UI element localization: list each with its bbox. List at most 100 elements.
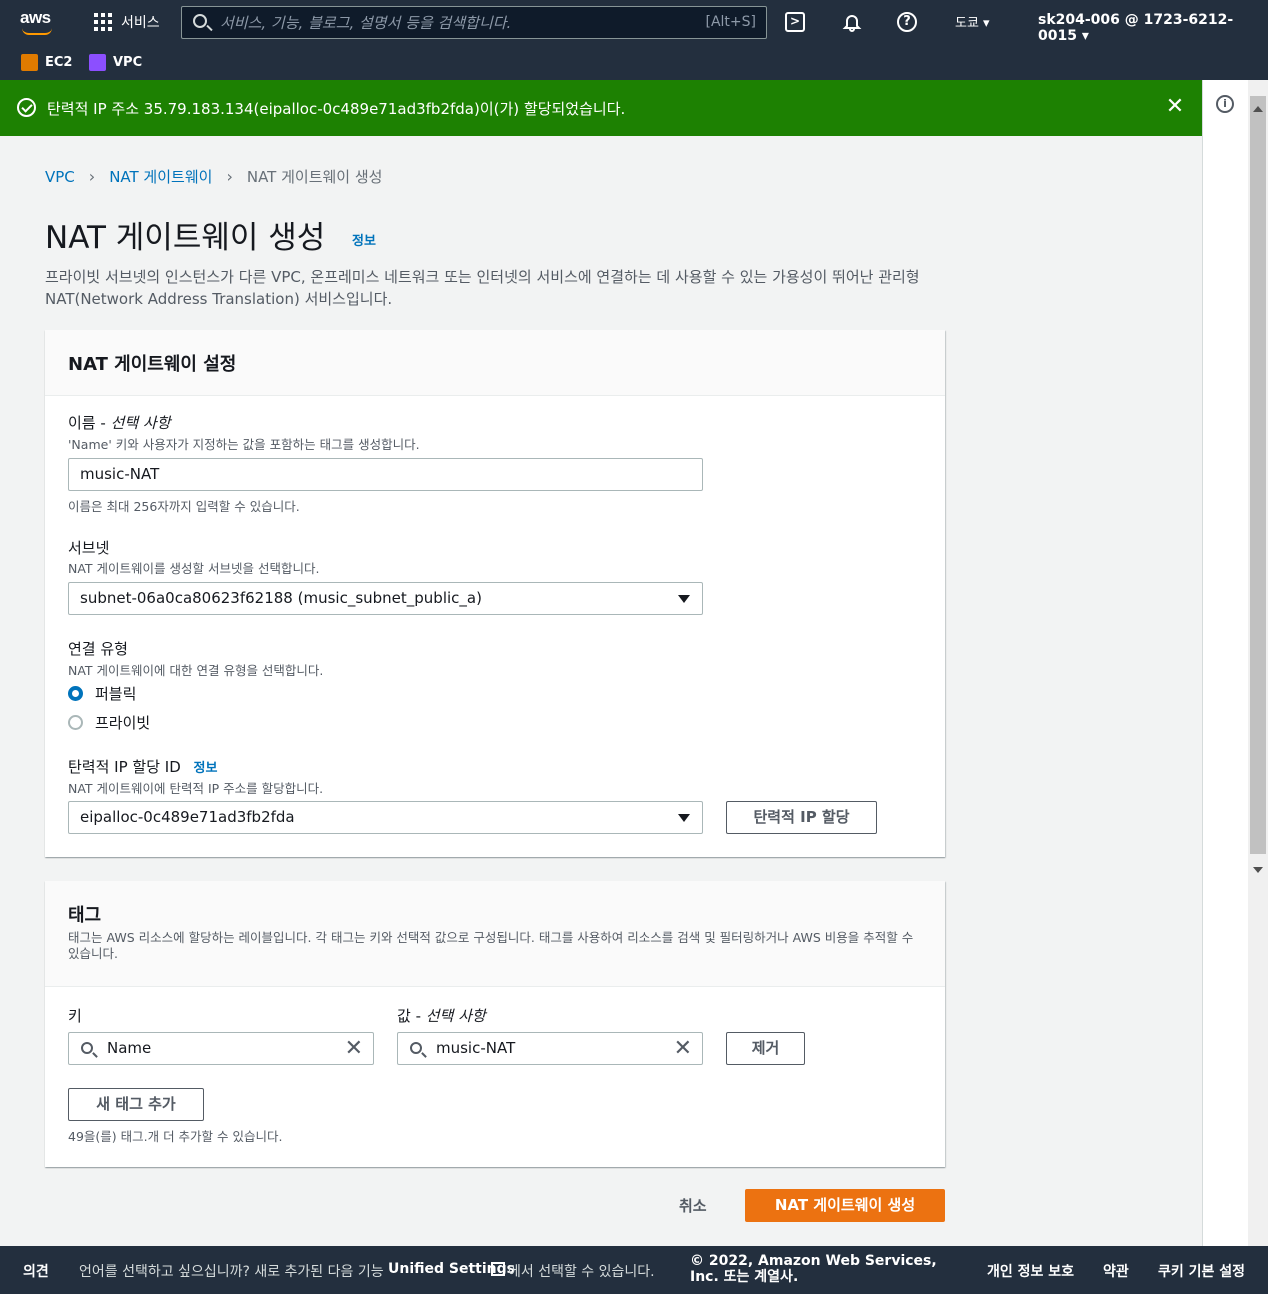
- scroll-up-arrow-icon[interactable]: [1253, 106, 1263, 112]
- clear-icon[interactable]: ✕: [345, 1033, 363, 1064]
- radio-public-label: 퍼블릭: [95, 685, 137, 703]
- success-flash-banner: 탄력적 IP 주소 35.79.183.134(eipalloc-0c489e7…: [0, 80, 1202, 136]
- chevron-right-icon: ›: [226, 167, 233, 186]
- scroll-down-arrow-icon[interactable]: [1253, 867, 1263, 873]
- page-scrollbar[interactable]: [1248, 80, 1268, 1246]
- name-optional-text: 선택 사항: [110, 414, 171, 432]
- scrollbar-thumb[interactable]: [1250, 96, 1266, 854]
- eip-label-text: 탄력적 IP 할당 ID: [68, 758, 181, 776]
- tag-key-value: Name: [107, 1039, 152, 1057]
- tags-panel-header: 태그 태그는 AWS 리소스에 할당하는 레이블입니다. 각 태그는 키와 선택…: [45, 881, 945, 987]
- help-panel-rail: i: [1202, 80, 1248, 1246]
- breadcrumb-current: NAT 게이트웨이 생성: [246, 168, 383, 186]
- favorite-ec2-label: EC2: [45, 55, 73, 70]
- search-icon: [193, 14, 207, 28]
- create-nat-gateway-button[interactable]: NAT 게이트웨이 생성: [745, 1189, 945, 1222]
- info-icon[interactable]: i: [1216, 95, 1234, 113]
- global-search[interactable]: [Alt+S]: [181, 6, 767, 39]
- tags-description: 태그는 AWS 리소스에 할당하는 레이블입니다. 각 태그는 키와 선택적 값…: [68, 930, 914, 961]
- nat-gateway-settings-panel: NAT 게이트웨이 설정 이름 - 선택 사항 'Name' 키와 사용자가 지…: [45, 330, 945, 857]
- feedback-link[interactable]: 의견: [23, 1261, 49, 1281]
- success-check-icon: [17, 98, 36, 117]
- favorite-vpc[interactable]: VPC: [89, 54, 142, 71]
- cloudshell-icon[interactable]: >: [785, 12, 805, 32]
- eip-allocation-hint: NAT 게이트웨이에 탄력적 IP 주소를 할당합니다.: [68, 781, 324, 796]
- ec2-icon: [21, 54, 38, 71]
- connectivity-type-label: 연결 유형: [68, 640, 128, 658]
- aws-logo[interactable]: aws: [20, 8, 56, 36]
- close-icon[interactable]: ✕: [1164, 96, 1186, 118]
- eip-info-link[interactable]: 정보: [194, 761, 218, 776]
- search-shortcut: [Alt+S]: [705, 14, 757, 30]
- tag-key-label: 키: [68, 1007, 82, 1025]
- subnet-field-label: 서브넷: [68, 539, 110, 557]
- eip-allocation-label: 탄력적 IP 할당 ID 정보: [68, 756, 217, 777]
- add-new-tag-button[interactable]: 새 태그 추가: [68, 1088, 204, 1121]
- services-label: 서비스: [121, 15, 160, 31]
- subnet-select[interactable]: subnet-06a0ca80623f62188 (music_subnet_p…: [68, 582, 703, 615]
- connectivity-type-hint: NAT 게이트웨이에 대한 연결 유형을 선택합니다.: [68, 663, 324, 678]
- tag-value-label: 값 - 선택 사항: [397, 1005, 486, 1026]
- page-description: 프라이빗 서브넷의 인스턴스가 다른 VPC, 온프레미스 네트워크 또는 인터…: [45, 268, 920, 308]
- tags-remaining-text: 49을(를) 태그.개 더 추가할 수 있습니다.: [68, 1129, 283, 1144]
- region-selector[interactable]: 도쿄 ▾: [955, 12, 990, 31]
- page-info-link[interactable]: 정보: [352, 230, 376, 249]
- favorites-bar: EC2 VPC: [0, 44, 1268, 80]
- privacy-link[interactable]: 개인 정보 보호: [987, 1261, 1074, 1281]
- caret-down-icon: [678, 595, 690, 603]
- tag-value-label-text: 값 -: [397, 1007, 426, 1025]
- clear-icon[interactable]: ✕: [674, 1033, 692, 1064]
- notifications-bell-icon[interactable]: [842, 12, 862, 32]
- account-menu[interactable]: sk204-006 @ 1723-6212-0015 ▾: [1038, 12, 1268, 44]
- radio-private-label: 프라이빗: [95, 714, 151, 732]
- caret-down-icon: [678, 814, 690, 822]
- external-link-icon: [491, 1262, 505, 1276]
- console-footer: 의견 언어를 선택하고 싶으십니까? 새로 추가된 다음 기능 Unified …: [0, 1246, 1268, 1294]
- remove-tag-button[interactable]: 제거: [726, 1032, 805, 1065]
- radio-public[interactable]: 퍼블릭: [68, 683, 136, 704]
- search-icon: [81, 1042, 93, 1054]
- settings-panel-title: NAT 게이트웨이 설정: [68, 354, 237, 375]
- subnet-field-hint: NAT 게이트웨이를 생성할 서브넷을 선택합니다.: [68, 561, 320, 576]
- grid-icon: [94, 13, 112, 31]
- tag-value-input[interactable]: music-NAT ✕: [397, 1032, 703, 1065]
- language-prompt-text-end: 에서 선택할 수 있습니다.: [508, 1264, 655, 1280]
- name-field-label: 이름 - 선택 사항: [68, 412, 171, 433]
- chevron-right-icon: ›: [88, 167, 96, 186]
- language-prompt-text: 언어를 선택하고 싶으십니까? 새로 추가된 다음 기능: [79, 1264, 384, 1280]
- search-input[interactable]: [220, 11, 680, 35]
- terms-link[interactable]: 약관: [1103, 1261, 1129, 1281]
- cancel-button[interactable]: 취소: [679, 1195, 707, 1216]
- tag-key-input[interactable]: Name ✕: [68, 1032, 374, 1065]
- tags-panel-title: 태그: [68, 905, 102, 926]
- favorite-ec2[interactable]: EC2: [21, 54, 72, 71]
- settings-panel-header: NAT 게이트웨이 설정: [45, 330, 945, 396]
- services-menu-button[interactable]: 서비스: [94, 12, 160, 32]
- page-title: NAT 게이트웨이 생성: [45, 220, 326, 256]
- name-field-hint: 'Name' 키와 사용자가 지정하는 값을 포함하는 태그를 생성합니다.: [68, 437, 420, 452]
- allocate-eip-button[interactable]: 탄력적 IP 할당: [726, 801, 877, 834]
- radio-selected-icon: [68, 686, 83, 701]
- vpc-icon: [89, 54, 106, 71]
- copyright-text: © 2022, Amazon Web Services, Inc. 또는 계열사…: [690, 1253, 937, 1285]
- breadcrumb-nat-gateways[interactable]: NAT 게이트웨이: [109, 166, 212, 187]
- cookie-preferences-link[interactable]: 쿠키 기본 설정: [1158, 1261, 1245, 1281]
- eip-allocation-select[interactable]: eipalloc-0c489e71ad3fb2fda: [68, 801, 703, 834]
- eip-select-value: eipalloc-0c489e71ad3fb2fda: [80, 808, 295, 826]
- flash-message: 탄력적 IP 주소 35.79.183.134(eipalloc-0c489e7…: [47, 100, 626, 118]
- favorite-vpc-label: VPC: [113, 55, 143, 70]
- radio-unselected-icon: [68, 715, 83, 730]
- tags-panel: 태그 태그는 AWS 리소스에 할당하는 레이블입니다. 각 태그는 키와 선택…: [45, 881, 945, 1167]
- subnet-select-value: subnet-06a0ca80623f62188 (music_subnet_p…: [80, 589, 482, 607]
- radio-private[interactable]: 프라이빗: [68, 712, 150, 733]
- top-navigation: aws 서비스 [Alt+S] > ? 도쿄 ▾ sk204-006 @ 172…: [0, 0, 1268, 44]
- aws-logo-text: aws: [20, 8, 51, 27]
- breadcrumb: VPC › NAT 게이트웨이 › NAT 게이트웨이 생성: [45, 166, 382, 187]
- name-constraint-text: 이름은 최대 256자까지 입력할 수 있습니다.: [68, 499, 300, 514]
- name-label-text: 이름 -: [68, 414, 111, 432]
- help-icon[interactable]: ?: [897, 12, 917, 32]
- tag-value-value: music-NAT: [436, 1039, 516, 1057]
- tag-value-optional: 선택 사항: [425, 1007, 486, 1025]
- name-input[interactable]: music-NAT: [68, 458, 703, 491]
- breadcrumb-vpc[interactable]: VPC: [45, 168, 75, 186]
